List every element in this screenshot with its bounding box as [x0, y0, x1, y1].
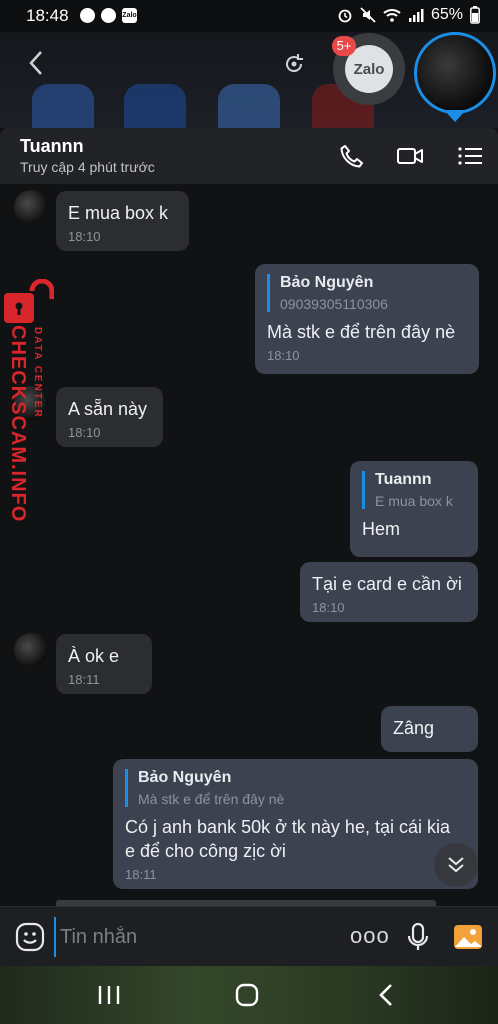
recent-apps-icon[interactable] [94, 980, 124, 1010]
message-text-line: Có j anh bank 50k ở tk này he, tại cái k… [125, 817, 450, 837]
watermark-tag: DATA CENTER [32, 327, 43, 419]
message-bubble-incoming[interactable]: E mua box k 18:10 [56, 191, 189, 251]
unread-badge: 5+ [332, 36, 356, 56]
phone-call-icon[interactable] [338, 142, 366, 170]
chat-panel: Tuannn Truy cập 4 phút trước E mua box k… [0, 128, 498, 966]
quoted-text: Mà stk e để trên đây nè [138, 791, 285, 807]
sticker-emoji-icon[interactable] [14, 921, 46, 953]
active-chathead-avatar[interactable] [414, 32, 496, 114]
message-composer: ooo [0, 906, 498, 966]
quoted-text: 09039305110306 [280, 296, 388, 312]
contact-avatar[interactable] [14, 190, 48, 224]
message-text-line: e để cho công zịc ời [125, 841, 286, 861]
quoted-sender: Bảo Nguyên [280, 274, 374, 291]
system-navigation-bar [0, 966, 498, 1024]
battery-icon [470, 6, 480, 24]
message-time: 18:11 [125, 867, 157, 882]
scroll-to-bottom-button[interactable] [434, 843, 478, 887]
message-text: Mà stk e để trên đây nè [267, 322, 456, 342]
message-text: Tại e card e cần ời [312, 574, 462, 594]
message-time: 18:10 [267, 348, 300, 363]
rotate-icon[interactable] [282, 52, 306, 76]
last-seen-status: Truy cập 4 phút trước [20, 159, 155, 175]
mute-icon [360, 7, 376, 23]
back-chevron-icon[interactable] [28, 50, 44, 76]
status-time: 18:48 [26, 6, 69, 25]
zalo-notification-icon: Zalo [122, 8, 137, 23]
notification-icons: Zalo [80, 8, 137, 23]
watermark-brand: CHECKSCAM.INFO [7, 325, 29, 523]
messenger-icon [80, 8, 95, 23]
video-call-icon[interactable] [396, 142, 424, 170]
microphone-icon[interactable] [402, 921, 434, 953]
message-bubble-incoming[interactable]: À ok e 18:11 [56, 634, 152, 694]
quoted-text: E mua box k [375, 493, 453, 509]
message-bubble-outgoing[interactable]: Tuannn E mua box k Hem [350, 461, 478, 557]
quoted-sender: Bảo Nguyên [138, 769, 232, 786]
message-bubble-outgoing[interactable]: Bảo Nguyên 09039305110306 Mà stk e để tr… [255, 264, 479, 374]
message-text: À ok e [68, 646, 120, 666]
message-time: 18:11 [68, 672, 100, 687]
status-bar: 18:48 Zalo 65% [0, 0, 498, 32]
status-icons: 65% [337, 6, 480, 24]
quoted-sender: Tuannn [375, 471, 432, 488]
message-text: Zâng [393, 718, 435, 738]
message-bubble-outgoing[interactable]: Bảo Nguyên Mà stk e để trên đây nè Có j … [113, 759, 478, 889]
message-list: E mua box k 18:10 Bảo Nguyên 09039305110… [0, 184, 498, 906]
message-bubble-outgoing[interactable]: Tại e card e cần ời 18:10 [300, 562, 478, 622]
alarm-icon [338, 9, 352, 23]
messenger-icon-2 [101, 8, 116, 23]
signal-icon [408, 9, 424, 22]
quoted-message[interactable]: Tuannn E mua box k [362, 471, 466, 509]
menu-list-icon[interactable] [456, 142, 484, 170]
message-bubble-incoming[interactable]: A sẵn này 18:10 [56, 387, 163, 447]
contact-name[interactable]: Tuannn [20, 136, 84, 157]
message-time: 18:10 [312, 600, 345, 615]
double-chevron-down-icon [448, 857, 464, 873]
image-gallery-icon[interactable] [452, 921, 484, 953]
quoted-message[interactable]: Bảo Nguyên Mà stk e để trên đây nè [125, 769, 466, 807]
watermark: CHECKSCAM.INFO DATA CENTER [2, 279, 54, 639]
message-text: E mua box k [68, 203, 169, 223]
chathead-pointer [444, 110, 466, 122]
quoted-message[interactable]: Bảo Nguyên 09039305110306 [267, 274, 467, 312]
message-text: A sẵn này [68, 399, 148, 419]
message-input[interactable] [54, 917, 334, 957]
message-time: 18:10 [68, 229, 101, 244]
battery-percent: 65% [430, 6, 463, 23]
screen: 18:48 Zalo 65% Zalo 5+ Tuannn Truy cập 4… [0, 0, 498, 1024]
back-icon[interactable] [372, 980, 402, 1010]
chat-header: Tuannn Truy cập 4 phút trước [0, 128, 498, 184]
message-time: 18:10 [68, 425, 101, 440]
lock-icon [4, 279, 54, 323]
wifi-icon [383, 9, 401, 22]
message-bubble-outgoing[interactable]: Zâng [381, 706, 478, 752]
message-text: Hem [362, 519, 401, 539]
home-icon[interactable] [232, 980, 262, 1010]
more-options-button[interactable]: ooo [350, 923, 390, 949]
